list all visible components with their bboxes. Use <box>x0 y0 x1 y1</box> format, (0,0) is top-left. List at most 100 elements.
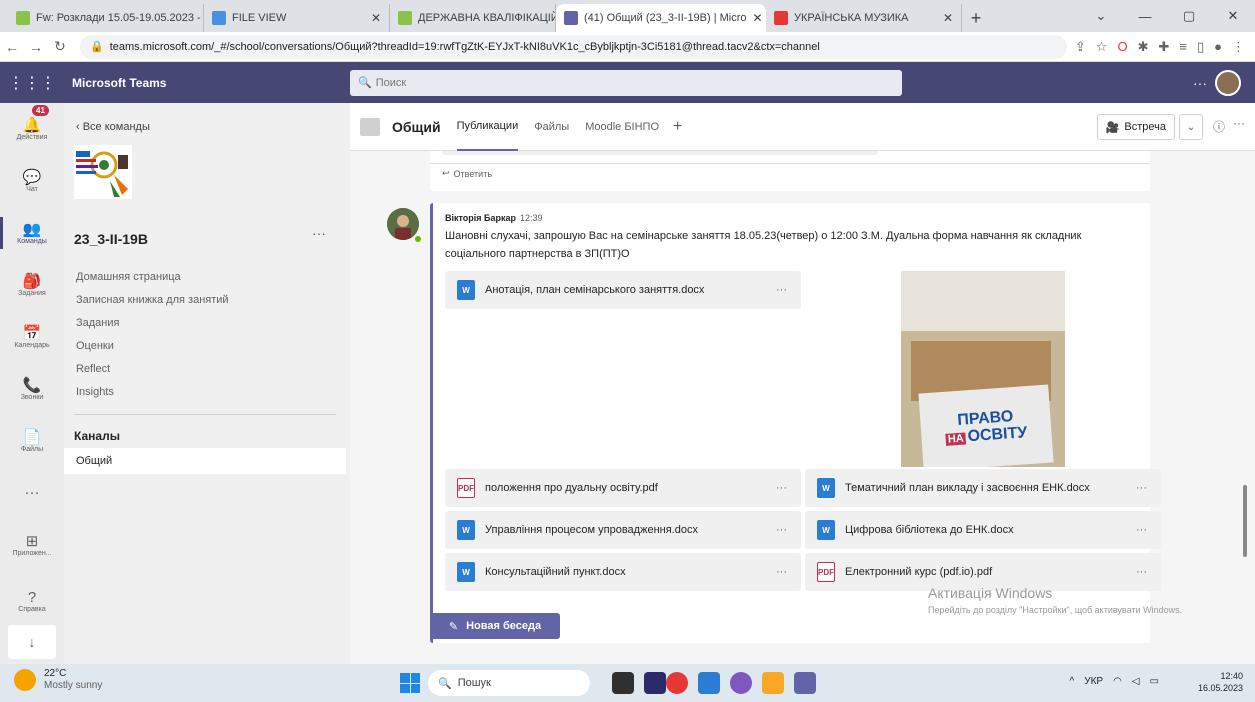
tray-expand-icon[interactable]: ^ <box>1070 676 1075 687</box>
download-icon[interactable]: ↓ <box>8 625 56 659</box>
rail-item-chat[interactable]: 💬 Чат <box>0 155 64 207</box>
extension-icon[interactable]: ✱ <box>1138 39 1149 55</box>
header-more-icon[interactable]: ··· <box>1233 116 1245 130</box>
task-view-icon[interactable] <box>612 672 634 694</box>
attachment-name: Цифрова бібліотека до ЕНК.docx <box>845 524 1014 536</box>
rail-item-calendar[interactable]: 📅 Календарь <box>0 311 64 363</box>
rail-item-teams[interactable]: 👥 Команды <box>0 207 64 259</box>
rail-item-files[interactable]: 📄 Файлы <box>0 415 64 467</box>
minimize-button[interactable]: — <box>1123 0 1167 32</box>
language-indicator[interactable]: УКР <box>1084 676 1103 687</box>
share-icon[interactable]: ⇪ <box>1075 39 1086 55</box>
teams-icon[interactable] <box>794 672 816 694</box>
nav-home[interactable]: Домашняя страница <box>76 271 181 283</box>
puzzle-icon[interactable]: ✚ <box>1158 39 1169 55</box>
rail-item-more[interactable]: ··· <box>0 467 64 519</box>
menu-icon[interactable]: ⋮ <box>1232 39 1245 55</box>
info-icon[interactable]: ⓘ <box>1213 118 1225 135</box>
reload-icon[interactable]: ↻ <box>48 38 72 55</box>
back-icon[interactable]: ← <box>0 39 24 55</box>
sidepanel-icon[interactable]: ▯ <box>1197 39 1204 55</box>
nav-assignments[interactable]: Задания <box>76 317 119 329</box>
attachment-card[interactable]: W Управління процесом упровадження.docx … <box>445 511 801 549</box>
nav-insights[interactable]: Insights <box>76 386 114 398</box>
sun-icon <box>14 669 36 691</box>
attachment-more-icon[interactable]: ··· <box>776 482 787 494</box>
close-tab-icon[interactable]: ✕ <box>747 11 763 25</box>
close-tab-icon[interactable]: ✕ <box>937 11 953 25</box>
search-box[interactable]: 🔍 <box>350 69 902 96</box>
new-conversation-button[interactable]: ✎ Новая беседа <box>430 613 560 639</box>
new-tab-button[interactable]: + <box>962 4 990 32</box>
attachment-card[interactable]: W Консультаційний пункт.docx ··· <box>445 553 801 591</box>
reply-icon: ↩ <box>442 168 450 178</box>
attachment-card[interactable]: W Цифрова бібліотека до ЕНК.docx ··· <box>805 511 1161 549</box>
rail-item-calls[interactable]: 📞 Звонки <box>0 363 64 415</box>
post-image[interactable]: ПРАВО НА ОСВІТУ <box>901 271 1065 467</box>
reply-link[interactable]: ↩ Ответить <box>430 163 1150 183</box>
chrome-icon[interactable] <box>666 672 688 694</box>
tab-posts[interactable]: Публикации <box>456 103 519 151</box>
all-teams-link[interactable]: ‹ Все команды <box>76 121 150 133</box>
rail-item-apps[interactable]: ⊞ Приложен... <box>0 519 64 571</box>
file-explorer-icon[interactable] <box>762 672 784 694</box>
tab-search-icon[interactable]: ⌄ <box>1079 0 1123 32</box>
attachment-card[interactable]: W Анотація, план семінарського заняття.d… <box>445 271 801 309</box>
rail-item-activity[interactable]: 41 🔔 Действия <box>0 103 64 155</box>
tab-files[interactable]: Файлы <box>534 103 569 151</box>
meet-dropdown-icon[interactable]: ⌄ <box>1179 114 1203 140</box>
more-options-icon[interactable]: ··· <box>1193 75 1207 91</box>
browser-tab-active[interactable]: (41) Общий (23_3-II-19В) | Micro ✕ <box>556 4 766 32</box>
add-tab-icon[interactable]: + <box>673 118 682 136</box>
attachment-more-icon[interactable]: ··· <box>776 566 787 578</box>
playlist-icon[interactable]: ≡ <box>1179 39 1187 55</box>
browser-tab[interactable]: ДЕРЖАВНА КВАЛІФІКАЦІЙНА ✕ <box>390 4 556 32</box>
teams-chat-icon[interactable] <box>644 672 666 694</box>
attachment-more-icon[interactable]: ··· <box>1136 524 1147 536</box>
app-launcher-icon[interactable]: ⋮⋮⋮ <box>0 73 64 93</box>
author-name[interactable]: Вікторія Баркар <box>445 213 516 223</box>
wifi-icon[interactable]: ◠ <box>1113 676 1122 687</box>
rail-item-assignments[interactable]: 🎒 Задания <box>0 259 64 311</box>
nav-reflect[interactable]: Reflect <box>76 363 110 375</box>
forward-icon[interactable]: → <box>24 39 48 55</box>
weather-widget[interactable]: 22°C Mostly sunny <box>14 668 102 692</box>
url-field[interactable]: 🔒 teams.microsoft.com/_#/school/conversa… <box>80 34 1067 59</box>
volume-icon[interactable]: ◁ <box>1132 676 1140 687</box>
user-avatar[interactable] <box>1215 69 1241 96</box>
attachment-more-icon[interactable]: ··· <box>1136 482 1147 494</box>
browser-tab[interactable]: Fw: Розклади 15.05-19.05.2023 - ✕ <box>8 4 204 32</box>
attachment-more-icon[interactable]: ··· <box>776 284 787 296</box>
browser-tab[interactable]: УКРАЇНСЬКА МУЗИКА ✕ <box>766 4 962 32</box>
system-tray: ^ УКР ◠ ◁ ▭ <box>1070 676 1159 687</box>
close-window-button[interactable]: ✕ <box>1211 0 1255 32</box>
search-input[interactable] <box>375 76 876 89</box>
team-name[interactable]: 23_3-II-19В <box>74 231 148 247</box>
clock[interactable]: 12:40 16.05.2023 <box>1198 670 1243 694</box>
attachment-card[interactable]: W Тематичний план викладу і засвоєння ЕН… <box>805 469 1161 507</box>
rail-item-help[interactable]: ? Справка <box>0 575 64 627</box>
profile-icon[interactable]: ● <box>1214 39 1222 55</box>
channel-item-general[interactable]: Общий <box>64 448 346 474</box>
bookmark-star-icon[interactable]: ☆ <box>1096 39 1108 55</box>
meet-button[interactable]: 🎥 Встреча <box>1096 114 1175 140</box>
feed-scrollbar[interactable] <box>1243 485 1247 557</box>
nav-class-notebook[interactable]: Записная книжка для занятий <box>76 294 229 306</box>
close-tab-icon[interactable]: ✕ <box>365 11 381 25</box>
word-icon[interactable] <box>698 672 720 694</box>
teams-app-icon[interactable] <box>730 672 752 694</box>
attachment-more-icon[interactable]: ··· <box>776 524 787 536</box>
start-button[interactable] <box>400 673 420 693</box>
taskbar-search[interactable]: 🔍 Пошук <box>428 670 590 696</box>
team-more-icon[interactable]: ··· <box>312 225 326 241</box>
maximize-button[interactable]: ▢ <box>1167 0 1211 32</box>
attachment-card[interactable]: PDF положення про дуальну освіту.pdf ··· <box>445 469 801 507</box>
attachment-more-icon[interactable]: ··· <box>1136 566 1147 578</box>
channel-label: Общий <box>76 455 113 467</box>
opera-extension-icon[interactable]: O <box>1117 39 1127 55</box>
tab-moodle[interactable]: Moodle БІНПО <box>585 103 659 151</box>
nav-grades[interactable]: Оценки <box>76 340 114 352</box>
browser-tab[interactable]: FILE VIEW ✕ <box>204 4 390 32</box>
battery-icon[interactable]: ▭ <box>1150 676 1159 687</box>
tab-title: УКРАЇНСЬКА МУЗИКА <box>794 12 909 24</box>
